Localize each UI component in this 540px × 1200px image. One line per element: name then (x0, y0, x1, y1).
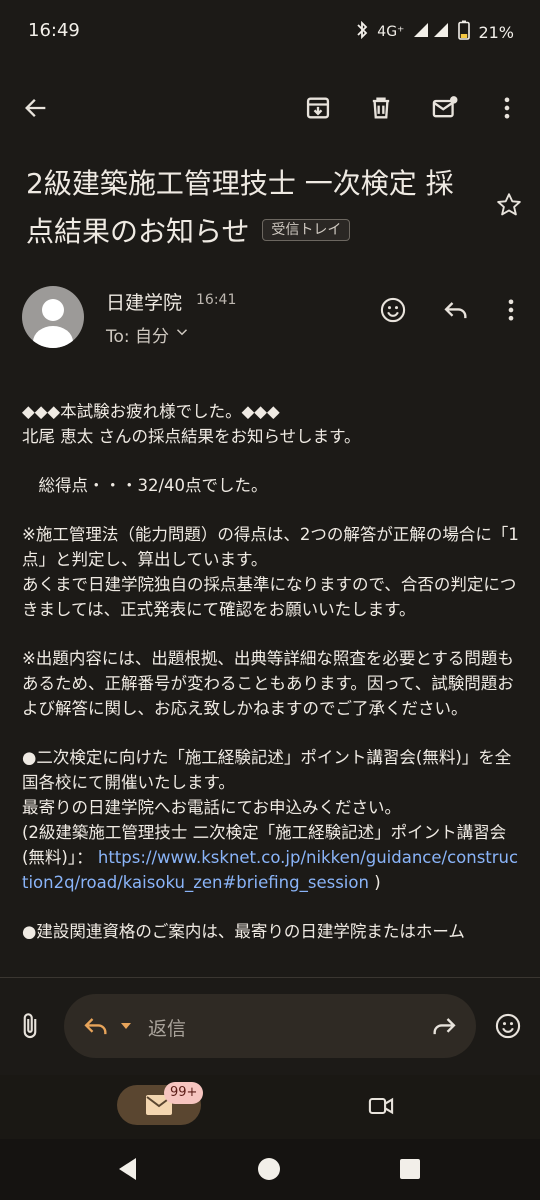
recipient-details-toggle[interactable]: To: 自分 (106, 322, 191, 347)
body-line: ※施工管理法（能力問題）の得点は、2つの解答が正解の場合に「1点」と判定し、算出… (22, 525, 519, 569)
nav-home-icon[interactable] (257, 1157, 281, 1185)
star-icon[interactable] (487, 183, 531, 227)
score-line: 総得点・・・32/40点でした。 (22, 476, 268, 495)
reply-mode-dropdown-icon[interactable] (118, 1018, 134, 1038)
delete-icon[interactable] (359, 86, 403, 130)
avatar[interactable] (22, 286, 84, 348)
body-line: (2級建築施工管理技士 二次検定「施工経験記述」ポイント講習会(無料)」： ht… (22, 820, 522, 895)
seminar-link[interactable]: https://www.ksknet.co.jp/nikken/guidance… (22, 848, 518, 892)
body-line: ※出題内容には、出題根拠、出典等詳細な照査を必要とする問題もあるため、正解番号が… (22, 649, 514, 718)
battery-percent: 21% (478, 22, 514, 42)
email-body: ◆◆◆本試験お疲れ様でした。◆◆◆ 北尾 恵太 さんの採点結果をお知らせします。… (22, 399, 522, 944)
archive-icon[interactable] (296, 86, 340, 130)
bluetooth-icon (355, 20, 369, 43)
reply-placeholder: 返信 (148, 1018, 187, 1040)
battery-icon (458, 20, 471, 44)
received-time: 16:41 (196, 292, 237, 308)
close-paren: ) (368, 873, 381, 892)
network-type: 4G⁺ (377, 24, 405, 40)
back-arrow-icon[interactable] (14, 86, 58, 130)
nav-back-icon[interactable] (116, 1156, 140, 1186)
unread-count-badge: 99+ (164, 1082, 204, 1104)
nav-recents-icon[interactable] (399, 1158, 421, 1184)
body-line: ●建設関連資格のご案内は、最寄りの日建学院またはホーム (22, 922, 465, 941)
chevron-down-icon (173, 323, 191, 346)
forward-icon[interactable] (422, 1004, 466, 1048)
email-subject: 2級建築施工管理技士 一次検定 採点結果のお知らせ 受信トレイ (26, 160, 481, 256)
subject-text: 2級建築施工管理技士 一次検定 採点結果のお知らせ (26, 167, 454, 248)
status-time: 16:49 (28, 20, 80, 41)
reply-mode-icon[interactable] (74, 1004, 118, 1048)
body-line: ●二次検定に向けた「施工経験記述」ポイント講習会(無料)」を全国各校にて開催いた… (22, 748, 512, 792)
bottom-nav (0, 1075, 540, 1139)
body-line: ◆◆◆本試験お疲れ様でした。◆◆◆ (22, 402, 280, 421)
emoji-icon[interactable] (486, 1004, 530, 1048)
sender-name[interactable]: 日建学院 (106, 288, 182, 315)
body-line: 最寄りの日建学院へお電話にてお申込みください。 (22, 798, 402, 817)
body-line: あくまで日建学院独自の採点基準になりますので、合否の判定につきましては、正式発表… (22, 575, 517, 619)
attach-icon[interactable] (8, 1004, 52, 1048)
inbox-label-chip[interactable]: 受信トレイ (262, 219, 351, 241)
signal-icon (412, 22, 450, 42)
status-bar: 16:49 4G⁺ 21% (0, 0, 540, 66)
reply-icon[interactable] (434, 288, 478, 332)
video-call-icon[interactable] (359, 1084, 403, 1128)
message-more-icon[interactable] (489, 288, 533, 332)
mark-unread-icon[interactable] (423, 86, 467, 130)
recipient-label: To: 自分 (106, 327, 170, 347)
body-line: 北尾 恵太 さんの採点結果をお知らせします。 (22, 427, 361, 446)
more-vert-icon[interactable] (485, 86, 529, 130)
emoji-reaction-icon[interactable] (371, 288, 415, 332)
